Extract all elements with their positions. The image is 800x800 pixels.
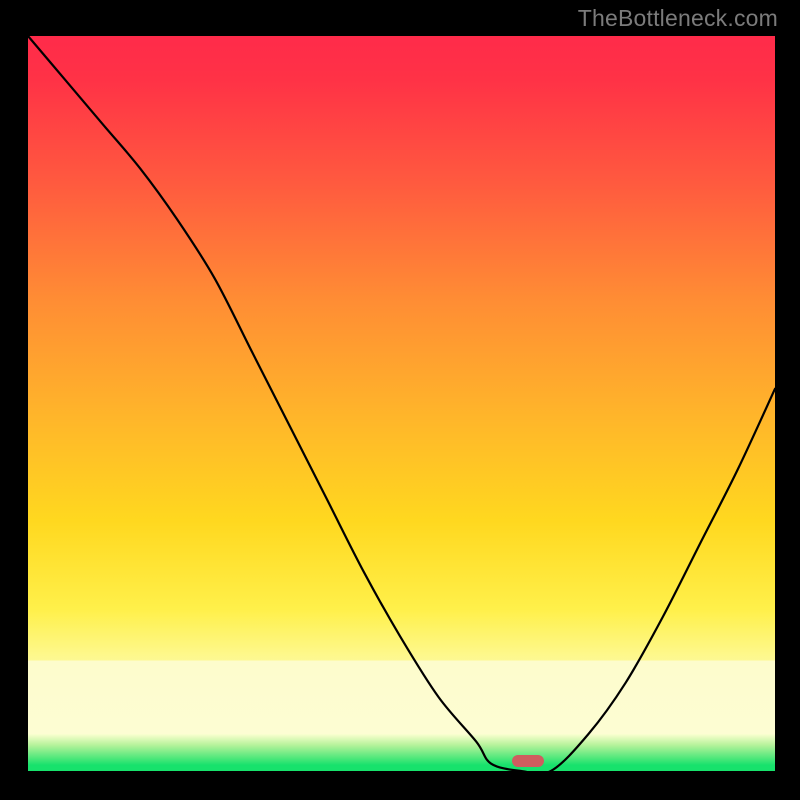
curve-layer [28,36,775,771]
plot-area [28,36,775,771]
bottleneck-chart: TheBottleneck.com [0,0,800,800]
watermark-label: TheBottleneck.com [578,5,778,32]
optimum-marker [512,755,544,767]
bottleneck-curve [28,36,775,774]
